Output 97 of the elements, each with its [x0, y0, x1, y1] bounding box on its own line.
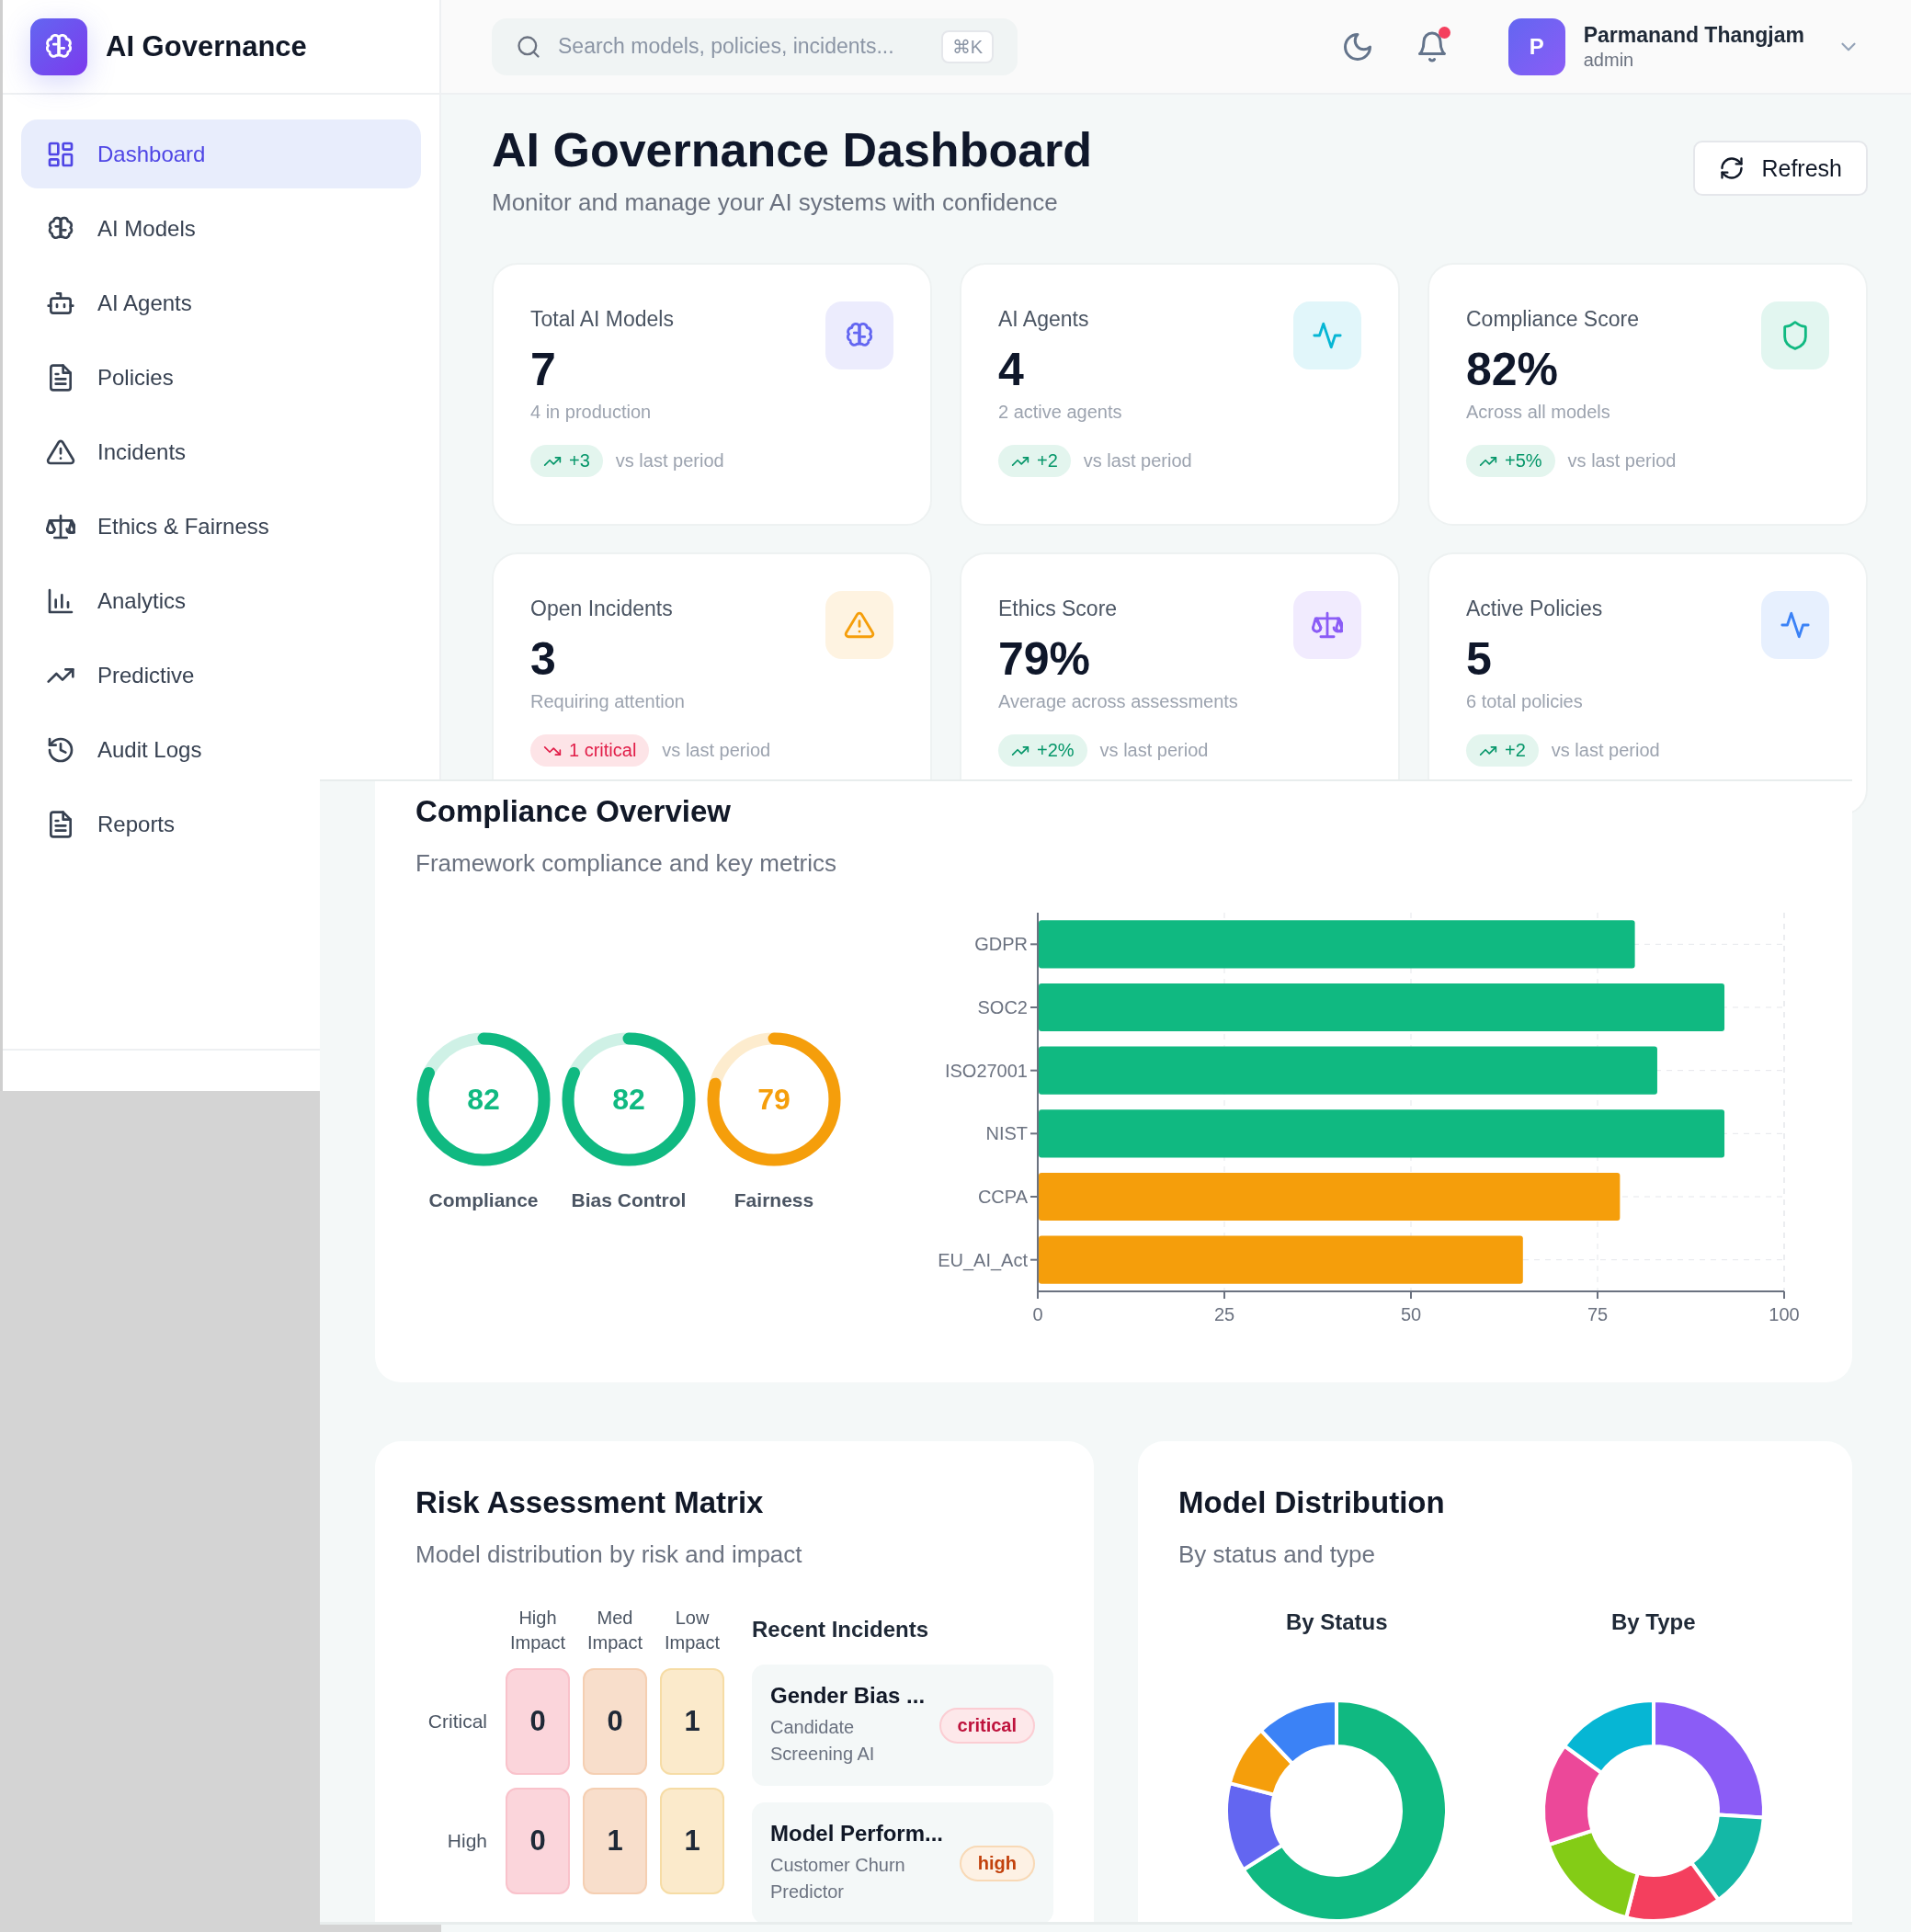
stat-value: 3 — [530, 632, 557, 686]
change-badge: +2 — [998, 445, 1071, 477]
comparison-label: vs last period — [1083, 450, 1192, 472]
axis-label: 100 — [1769, 1304, 1800, 1324]
card-subtitle: By status and type — [1178, 1540, 1376, 1569]
comparison-label: vs last period — [1551, 740, 1660, 761]
risk-count: 0 — [506, 1668, 570, 1775]
sidebar-item[interactable]: Reports — [21, 790, 194, 858]
sidebar-item[interactable]: Policies — [21, 343, 192, 412]
axis-label: 50 — [1400, 1304, 1422, 1324]
axis-label: ISO27001 — [944, 1060, 1028, 1081]
impact-label: Low Impact — [664, 1607, 721, 1654]
axis-label: 0 — [1032, 1304, 1043, 1324]
stat-value: 82% — [1466, 343, 1560, 396]
axis-label: CCPA — [977, 1187, 1028, 1207]
incident-card[interactable]: Model Perform... Customer Churn Predictor high — [752, 1802, 1053, 1922]
comparison-label: vs last period — [1099, 740, 1209, 761]
change-badge: +2% — [998, 734, 1087, 767]
impact-label: High Impact — [509, 1607, 566, 1654]
card-subtitle: Framework compliance and key metrics — [415, 849, 838, 878]
comparison-label: vs last period — [662, 740, 771, 761]
axis-label: 75 — [1587, 1304, 1609, 1324]
stat-label: Compliance Score — [1466, 307, 1640, 332]
sidebar-item[interactable]: Dashboard — [21, 119, 421, 188]
axis-label: NIST — [985, 1123, 1028, 1144]
avatar[interactable]: P — [1507, 17, 1565, 75]
search-input[interactable]: Search models, policies, incidents... — [558, 34, 925, 59]
incident-title: Model Perform... — [770, 1821, 945, 1847]
chart-title: By Status — [1285, 1609, 1388, 1635]
stat-note: Average across assessments — [998, 691, 1239, 712]
refresh-button[interactable]: Refresh — [1693, 141, 1868, 196]
sidebar-item[interactable]: AI Models — [21, 194, 214, 263]
risk-count: 1 — [583, 1788, 647, 1894]
incident-model: Customer Churn Predictor — [770, 1854, 906, 1904]
gauge-value: 82 — [467, 1082, 500, 1117]
stat-note: Requiring attention — [530, 691, 686, 712]
comparison-label: vs last period — [1567, 450, 1677, 472]
section-title: Recent Incidents — [752, 1617, 930, 1642]
search-icon — [516, 33, 541, 60]
stat-note: 2 active agents — [998, 402, 1123, 423]
severity-badge: high — [959, 1845, 1035, 1881]
comparison-label: vs last period — [615, 450, 724, 472]
refresh-icon — [1719, 155, 1746, 181]
incident-title: Gender Bias ... — [770, 1683, 927, 1709]
change-badge: +2 — [1466, 734, 1539, 767]
sidebar-item[interactable]: AI Agents — [21, 268, 210, 337]
impact-label: Med Impact — [586, 1607, 643, 1654]
axis-label: GDPR — [974, 934, 1028, 955]
risk-label: High — [446, 1829, 488, 1853]
risk-count: 0 — [506, 1788, 570, 1894]
gauge-label: Bias Control — [571, 1189, 687, 1211]
stat-note: 4 in production — [530, 402, 653, 423]
gauge-label: Compliance — [428, 1189, 539, 1211]
gauge-value: 79 — [757, 1082, 791, 1117]
sidebar-item[interactable]: Ethics & Fairness — [21, 492, 288, 561]
stat-label: Active Policies — [1466, 597, 1604, 621]
logo — [30, 17, 87, 75]
incident-card[interactable]: Gender Bias ... Candidate Screening AI critical — [752, 1665, 1053, 1786]
card-title: Risk Assessment Matrix — [415, 1485, 765, 1520]
page-title: AI Governance Dashboard — [492, 122, 1093, 177]
stat-label: Open Incidents — [530, 597, 674, 621]
incident-model: Candidate Screening AI — [770, 1716, 876, 1766]
change-badge: +5% — [1466, 445, 1555, 477]
shortcut-key: ⌘K — [940, 29, 994, 63]
axis-label: EU_AI_Act — [938, 1249, 1028, 1270]
stat-value: 7 — [530, 343, 557, 396]
user-name: Parmanand Thangjam — [1583, 22, 1804, 48]
gauge-label: Fairness — [734, 1189, 814, 1211]
stat-value: 5 — [1466, 632, 1493, 686]
user-role: admin — [1583, 49, 1635, 71]
sidebar-item[interactable]: Incidents — [21, 417, 205, 486]
risk-label: Critical — [427, 1710, 488, 1733]
stat-label: Total AI Models — [530, 307, 675, 332]
change-badge: 1 critical — [530, 734, 650, 767]
sidebar-item[interactable]: Analytics — [21, 566, 205, 635]
card-title: Model Distribution — [1178, 1485, 1446, 1520]
stat-note: Across all models — [1466, 402, 1611, 423]
sidebar-item[interactable]: Predictive — [21, 641, 213, 710]
axis-label: SOC2 — [977, 997, 1028, 1017]
axis-label: 25 — [1213, 1304, 1235, 1324]
risk-count: 0 — [583, 1668, 647, 1775]
card-title: Compliance Overview — [415, 794, 732, 829]
stat-value: 4 — [998, 343, 1025, 396]
stat-label: Ethics Score — [998, 597, 1119, 621]
card-subtitle: Model distribution by risk and impact — [415, 1540, 803, 1569]
gauge-value: 82 — [612, 1082, 645, 1117]
sidebar-item[interactable]: Audit Logs — [21, 715, 221, 784]
app-name: AI Governance — [106, 29, 307, 63]
stat-value: 79% — [998, 632, 1092, 686]
page-subtitle: Monitor and manage your AI systems with confidence — [492, 188, 1059, 217]
stat-label: AI Agents — [998, 307, 1090, 332]
risk-count: 1 — [660, 1788, 724, 1894]
risk-count: 1 — [660, 1668, 724, 1775]
chart-title: By Type — [1610, 1609, 1696, 1635]
change-badge: +3 — [530, 445, 603, 477]
severity-badge: critical — [938, 1707, 1035, 1744]
stat-note: 6 total policies — [1466, 691, 1584, 712]
